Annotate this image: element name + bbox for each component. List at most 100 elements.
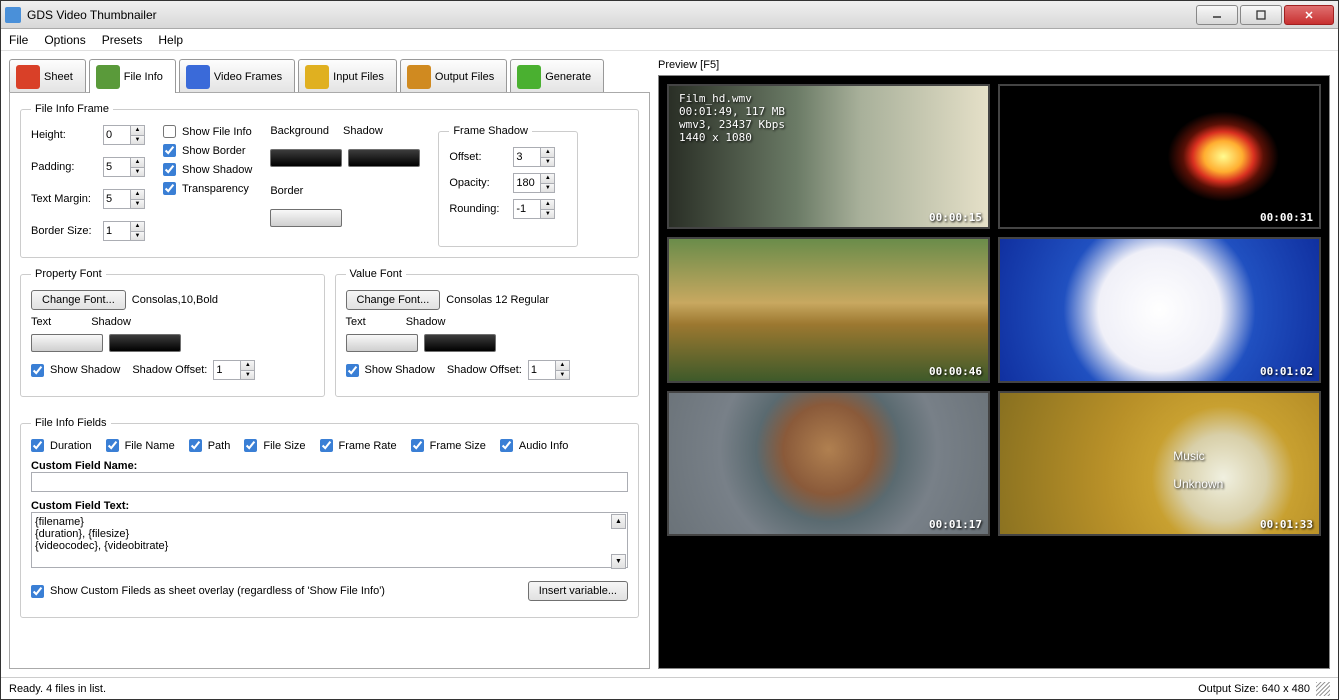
bg-label: Background	[270, 125, 329, 137]
show-shadow-label: Show Shadow	[182, 164, 252, 176]
field-label: Duration	[50, 440, 92, 452]
status-left: Ready. 4 files in list.	[9, 683, 106, 695]
bd-label: Border	[270, 185, 303, 197]
menu-help[interactable]: Help	[158, 33, 183, 47]
tab-video-frames[interactable]: Video Frames	[179, 59, 295, 93]
sh-colorswatch[interactable]	[348, 149, 420, 167]
minimize-button[interactable]	[1196, 5, 1238, 25]
app-icon	[5, 7, 21, 23]
overlay-check[interactable]	[31, 585, 44, 598]
show-shadow-check[interactable]	[163, 163, 176, 176]
file-info-fields-group: File Info Fields DurationFile NamePathFi…	[20, 417, 639, 618]
vfont-legend: Value Font	[346, 268, 406, 280]
transparency-check[interactable]	[163, 182, 176, 195]
fs-legend: Frame Shadow	[449, 125, 532, 137]
border-input[interactable]	[104, 222, 130, 240]
border-spinner[interactable]: ▲▼	[103, 221, 145, 241]
custom-text-input[interactable]	[31, 512, 628, 568]
pfont-text-swatch[interactable]	[31, 334, 103, 352]
pfont-shadow-swatch[interactable]	[109, 334, 181, 352]
field-label: File Size	[263, 440, 305, 452]
close-button[interactable]	[1284, 5, 1334, 25]
fs-rounding-label: Rounding:	[449, 203, 507, 215]
field-check-duration[interactable]	[31, 439, 44, 452]
custom-text-label: Custom Field Text:	[31, 500, 129, 512]
preview-thumb[interactable]: 00:00:31	[998, 84, 1321, 229]
field-check-audio-info[interactable]	[500, 439, 513, 452]
show-border-check[interactable]	[163, 144, 176, 157]
fs-offset-spinner[interactable]: ▲▼	[513, 147, 555, 167]
tab-output-files[interactable]: Output Files	[400, 59, 507, 93]
menu-options[interactable]: Options	[44, 33, 85, 47]
vfont-shadow-check[interactable]	[346, 364, 359, 377]
tab-strip: SheetFile InfoVideo FramesInput Files Out…	[9, 59, 650, 93]
resize-grip-icon[interactable]	[1316, 682, 1330, 696]
padding-spinner[interactable]: ▲▼	[103, 157, 145, 177]
pfont-shadow-check[interactable]	[31, 364, 44, 377]
vfont-shadow-swatch[interactable]	[424, 334, 496, 352]
thumb-timestamp: 00:00:46	[929, 365, 982, 378]
fs-offset-input[interactable]	[514, 148, 540, 166]
field-label: File Name	[125, 440, 175, 452]
margin-label: Text Margin:	[31, 193, 97, 205]
pfont-off-input[interactable]	[214, 361, 240, 379]
menu-file[interactable]: File	[9, 33, 28, 47]
scroll-down-icon[interactable]: ▼	[611, 554, 626, 569]
fields-legend: File Info Fields	[31, 417, 111, 429]
fs-rounding-spinner[interactable]: ▲▼	[513, 199, 555, 219]
tab-input-files[interactable]: Input Files	[298, 59, 397, 93]
preview-label: Preview [F5]	[658, 59, 1330, 71]
vfont-off-spinner[interactable]: ▲▼	[528, 360, 570, 380]
field-label: Audio Info	[519, 440, 569, 452]
bg-colorswatch[interactable]	[270, 149, 342, 167]
menu-presets[interactable]: Presets	[102, 33, 143, 47]
padding-input[interactable]	[104, 158, 130, 176]
vfont-shadow-label: Shadow	[406, 316, 446, 328]
pfont-change-button[interactable]: Change Font...	[31, 290, 126, 310]
scroll-up-icon[interactable]: ▲	[611, 514, 626, 529]
show-fileinfo-check[interactable]	[163, 125, 176, 138]
vfont-text-swatch[interactable]	[346, 334, 418, 352]
pfont-shadow-chk-label: Show Shadow	[50, 364, 120, 376]
titlebar[interactable]: GDS Video Thumbnailer	[1, 1, 1338, 29]
file-info-frame-group: File Info Frame Height:▲▼ Padding:▲▼ Tex…	[20, 103, 639, 258]
field-check-frame-rate[interactable]	[320, 439, 333, 452]
vfont-change-button[interactable]: Change Font...	[346, 290, 441, 310]
fs-opacity-input[interactable]	[514, 174, 540, 192]
show-border-label: Show Border	[182, 145, 246, 157]
pfont-desc: Consolas,10,Bold	[132, 294, 218, 306]
fs-opacity-spinner[interactable]: ▲▼	[513, 173, 555, 193]
vfont-shadow-chk-label: Show Shadow	[365, 364, 435, 376]
preview-thumb[interactable]: 00:01:02	[998, 237, 1321, 382]
bd-colorswatch[interactable]	[270, 209, 342, 227]
margin-input[interactable]	[104, 190, 130, 208]
height-input[interactable]	[104, 126, 130, 144]
fif-legend: File Info Frame	[31, 103, 113, 115]
maximize-button[interactable]	[1240, 5, 1282, 25]
tab-body: File Info Frame Height:▲▼ Padding:▲▼ Tex…	[9, 92, 650, 669]
margin-spinner[interactable]: ▲▼	[103, 189, 145, 209]
field-check-file-size[interactable]	[244, 439, 257, 452]
field-check-frame-size[interactable]	[411, 439, 424, 452]
vfont-off-input[interactable]	[529, 361, 555, 379]
preview-thumb[interactable]: 00:00:15Film_hd.wmv 00:01:49, 117 MB wmv…	[667, 84, 990, 229]
pfont-off-spinner[interactable]: ▲▼	[213, 360, 255, 380]
tab-file-info[interactable]: File Info	[89, 59, 176, 93]
custom-name-input[interactable]	[31, 472, 628, 492]
fs-rounding-input[interactable]	[514, 200, 540, 218]
height-spinner[interactable]: ▲▼	[103, 125, 145, 145]
tab-sheet[interactable]: Sheet	[9, 59, 86, 93]
preview-thumb[interactable]: 00:01:17	[667, 391, 990, 536]
tab-icon	[96, 65, 120, 89]
preview-thumb[interactable]: 00:01:33Music Unknown	[998, 391, 1321, 536]
field-check-file-name[interactable]	[106, 439, 119, 452]
preview-thumb[interactable]: 00:00:46	[667, 237, 990, 382]
show-fileinfo-label: Show File Info	[182, 126, 252, 138]
tab-label: Output Files	[435, 71, 494, 83]
fs-opacity-label: Opacity:	[449, 177, 507, 189]
insert-variable-button[interactable]: Insert variable...	[528, 581, 628, 601]
tab-icon	[16, 65, 40, 89]
tab-generate[interactable]: Generate	[510, 59, 604, 93]
field-check-path[interactable]	[189, 439, 202, 452]
vfont-off-label: Shadow Offset:	[447, 364, 522, 376]
